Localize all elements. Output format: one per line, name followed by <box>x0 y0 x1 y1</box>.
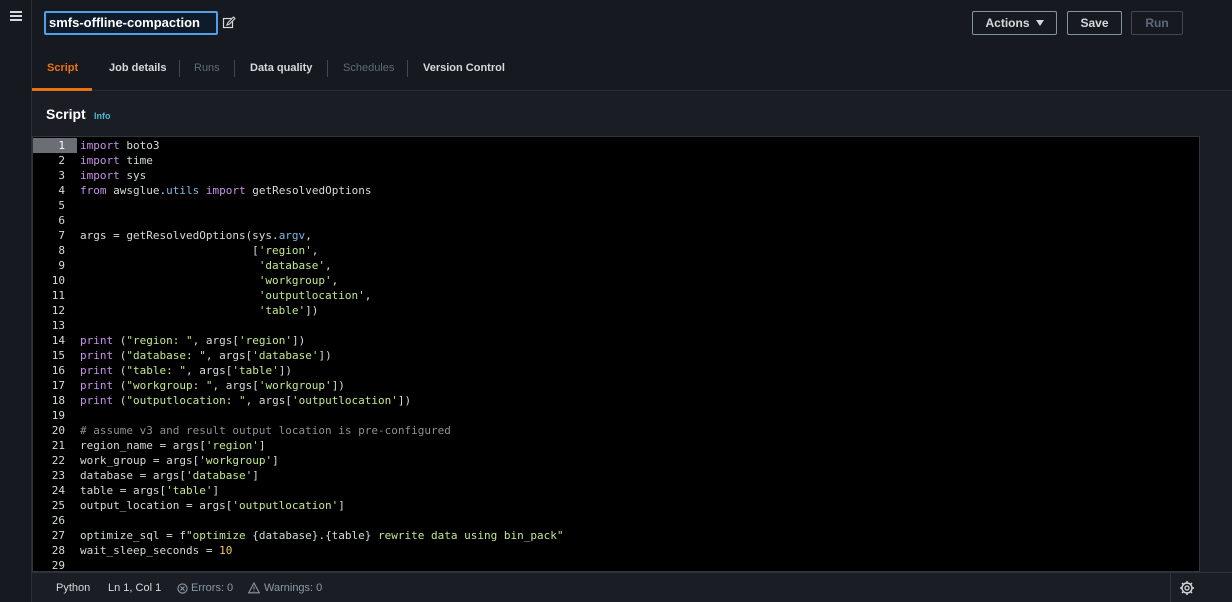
line-number: 21 <box>51 439 65 452</box>
code-line[interactable]: from awsglue.utils import getResolvedOpt… <box>80 183 371 198</box>
line-number: 25 <box>51 499 65 512</box>
line-number: 8 <box>58 244 65 257</box>
line-number: 4 <box>58 184 65 197</box>
code-line[interactable]: print ("database: ", args['database']) <box>80 348 332 363</box>
code-editor[interactable]: 1 2 3 4 5 6 7 8 9 10 11 12 13 14 15 16 17 18 19 20 21 22 23 24 2… <box>32 136 1200 572</box>
line-number: 23 <box>51 469 65 482</box>
code-line[interactable]: print ("workgroup: ", args['workgroup']) <box>80 378 345 393</box>
line-number: 11 <box>51 289 65 302</box>
tab-data-quality[interactable]: Data quality <box>250 62 312 74</box>
code-line[interactable]: print ("region: ", args['region']) <box>80 333 305 348</box>
line-number: 19 <box>51 409 65 422</box>
line-number: 3 <box>58 169 65 182</box>
code-line[interactable]: import boto3 <box>80 138 160 153</box>
code-line[interactable]: 'workgroup', <box>80 273 338 288</box>
line-number-gutter: 1 2 3 4 5 6 7 8 9 10 11 12 13 14 15 16 17 18 19 20 21 22 23 24 2… <box>33 137 77 571</box>
code-line[interactable]: import time <box>80 153 153 168</box>
line-number: 29 <box>51 559 65 572</box>
line-number: 24 <box>51 484 65 497</box>
code-line[interactable]: 'outputlocation', <box>80 288 372 303</box>
code-line[interactable]: database = args['database'] <box>80 468 259 483</box>
tab-script[interactable]: Script <box>47 62 78 74</box>
cursor-position[interactable]: Ln 1, Col 1 <box>108 582 161 594</box>
line-number: 6 <box>58 214 65 227</box>
tab-version-control[interactable]: Version Control <box>423 62 505 74</box>
actions-button[interactable]: Actions <box>972 11 1057 35</box>
tab-job-details[interactable]: Job details <box>109 62 166 74</box>
save-button[interactable]: Save <box>1067 11 1122 35</box>
code-line[interactable]: import sys <box>80 168 146 183</box>
warning-triangle-icon <box>248 582 260 594</box>
info-link[interactable]: Info <box>94 111 111 121</box>
code-line[interactable]: region_name = args['region'] <box>80 438 265 453</box>
panel-title: Script <box>46 106 86 122</box>
run-button[interactable]: Run <box>1131 11 1183 35</box>
code-line[interactable]: 'database', <box>80 258 332 273</box>
actions-button-label: Actions <box>985 16 1030 30</box>
hamburger-icon[interactable] <box>10 11 22 21</box>
line-number: 27 <box>51 529 65 542</box>
code-line[interactable]: work_group = args['workgroup'] <box>80 453 279 468</box>
language-mode[interactable]: Python <box>56 582 90 594</box>
code-line[interactable]: table = args['table'] <box>80 483 219 498</box>
code-line[interactable]: print ("table: ", args['table']) <box>80 363 292 378</box>
code-line[interactable]: wait_sleep_seconds = 10 <box>80 543 232 558</box>
script-panel: Script Info 1 2 3 4 5 6 7 8 9 10 11 12 13 14 15 16 17 18 1… <box>32 92 1232 602</box>
line-number: 14 <box>51 334 65 347</box>
line-number: 10 <box>51 274 65 287</box>
tab-divider <box>234 60 235 77</box>
code-line[interactable]: output_location = args['outputlocation'] <box>80 498 345 513</box>
editor-margin <box>1200 136 1232 572</box>
line-number: 9 <box>58 259 65 272</box>
line-number: 1 <box>33 138 77 153</box>
code-line[interactable]: 'table']) <box>80 303 319 318</box>
tab-divider <box>407 60 408 77</box>
edit-icon[interactable] <box>222 16 236 30</box>
errors-count[interactable]: Errors: 0 <box>191 582 233 594</box>
tab-runs[interactable]: Runs <box>194 62 220 74</box>
editor-status-bar: Python Ln 1, Col 1 Errors: 0 Warnings: 0 <box>32 572 1232 602</box>
tab-schedules[interactable]: Schedules <box>343 62 394 74</box>
line-number: 7 <box>58 229 65 242</box>
line-number: 16 <box>51 364 65 377</box>
warnings-count[interactable]: Warnings: 0 <box>264 582 322 594</box>
line-number: 26 <box>51 514 65 527</box>
left-navigation-rail <box>0 0 32 602</box>
job-header: smfs-offline-compaction Actions Save Run <box>32 0 1232 46</box>
status-divider <box>1170 573 1171 602</box>
line-number: 2 <box>58 154 65 167</box>
caret-down-icon <box>1035 19 1044 26</box>
line-number: 15 <box>51 349 65 362</box>
code-line[interactable]: # assume v3 and result output location i… <box>80 423 451 438</box>
line-number: 18 <box>51 394 65 407</box>
job-name-input[interactable]: smfs-offline-compaction <box>44 11 218 35</box>
line-number: 5 <box>58 199 65 212</box>
line-number: 22 <box>51 454 65 467</box>
tab-divider <box>179 60 180 77</box>
line-number: 12 <box>51 304 65 317</box>
code-line[interactable]: args = getResolvedOptions(sys.argv, <box>80 228 312 243</box>
line-number: 28 <box>51 544 65 557</box>
tab-divider <box>327 60 328 77</box>
gear-icon[interactable] <box>1179 580 1195 596</box>
code-line[interactable]: ['region', <box>80 243 318 258</box>
active-tab-indicator <box>32 88 92 91</box>
job-tabs: Script Job details Runs Data quality Sch… <box>32 46 1232 91</box>
main-area: smfs-offline-compaction Actions Save Run… <box>32 0 1232 602</box>
line-number: 20 <box>51 424 65 437</box>
code-line[interactable]: optimize_sql = f"optimize {database}.{ta… <box>80 528 563 543</box>
line-number: 13 <box>51 319 65 332</box>
line-number: 17 <box>51 379 65 392</box>
error-circle-icon <box>177 583 188 594</box>
code-line[interactable]: print ("outputlocation: ", args['outputl… <box>80 393 411 408</box>
